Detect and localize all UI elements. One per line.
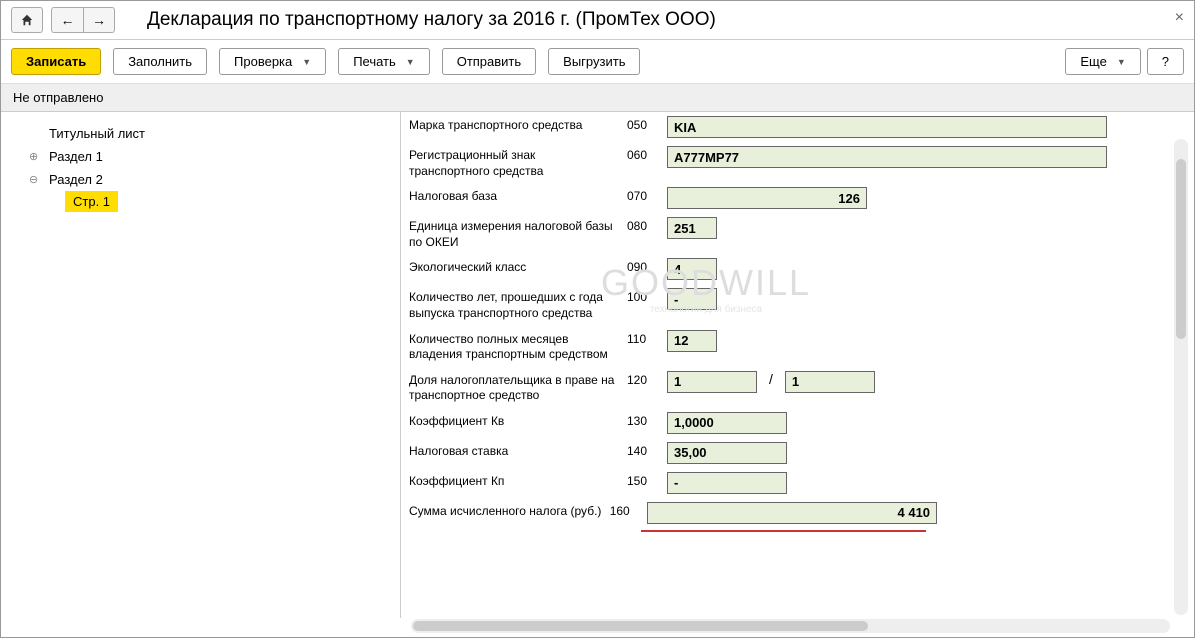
more-button[interactable]: Еще ▼	[1065, 48, 1140, 75]
window-title: Декларация по транспортному налогу за 20…	[147, 9, 716, 31]
code-140: 140	[627, 442, 659, 458]
input-130[interactable]	[667, 412, 787, 434]
row-090: Экологический класс 090	[409, 258, 1178, 280]
code-130: 130	[627, 412, 659, 428]
arrow-right-icon: →	[92, 12, 106, 28]
fill-button[interactable]: Заполнить	[113, 48, 207, 75]
back-button[interactable]: ←	[51, 7, 83, 33]
highlight-underline	[641, 530, 926, 532]
row-130: Коэффициент Кв 130	[409, 412, 1178, 434]
more-label: Еще	[1080, 54, 1106, 69]
input-090[interactable]	[667, 258, 717, 280]
print-label: Печать	[353, 54, 396, 69]
vscroll-thumb[interactable]	[1176, 159, 1186, 339]
row-140: Налоговая ставка 140	[409, 442, 1178, 464]
check-label: Проверка	[234, 54, 292, 69]
caret-down-icon: ▼	[302, 57, 311, 67]
label-160: Сумма исчисленного налога (руб.)	[409, 502, 602, 520]
code-150: 150	[627, 472, 659, 488]
fraction-slash: /	[765, 371, 777, 387]
code-120: 120	[627, 371, 659, 387]
row-050: Марка транспортного средства 050	[409, 116, 1178, 138]
tree-title-page[interactable]: Титульный лист	[9, 122, 392, 145]
label-080: Единица измерения налоговой базы по ОКЕИ	[409, 217, 619, 250]
input-110[interactable]	[667, 330, 717, 352]
input-150[interactable]	[667, 472, 787, 494]
forward-button[interactable]: →	[83, 7, 115, 33]
label-150: Коэффициент Кп	[409, 472, 619, 490]
input-060[interactable]	[667, 146, 1107, 168]
close-button[interactable]: ×	[1175, 9, 1184, 27]
label-130: Коэффициент Кв	[409, 412, 619, 430]
title-bar: ← → Декларация по транспортному налогу з…	[1, 1, 1194, 40]
tree-page-1[interactable]: Стр. 1	[65, 191, 118, 212]
help-button[interactable]: ?	[1147, 48, 1184, 75]
home-button[interactable]	[11, 7, 43, 33]
save-button[interactable]: Записать	[11, 48, 101, 75]
row-100: Количество лет, прошедших с года выпуска…	[409, 288, 1178, 321]
input-160[interactable]	[647, 502, 937, 524]
send-button[interactable]: Отправить	[442, 48, 536, 75]
code-090: 090	[627, 258, 659, 274]
caret-down-icon: ▼	[406, 57, 415, 67]
print-button[interactable]: Печать ▼	[338, 48, 430, 75]
label-070: Налоговая база	[409, 187, 619, 205]
label-140: Налоговая ставка	[409, 442, 619, 460]
input-120-num[interactable]	[667, 371, 757, 393]
label-060: Регистрационный знак транспортного средс…	[409, 146, 619, 179]
row-060: Регистрационный знак транспортного средс…	[409, 146, 1178, 179]
label-090: Экологический класс	[409, 258, 619, 276]
row-110: Количество полных месяцев владения транс…	[409, 330, 1178, 363]
code-100: 100	[627, 288, 659, 304]
row-070: Налоговая база 070	[409, 187, 1178, 209]
input-100[interactable]	[667, 288, 717, 310]
tree-section-2[interactable]: Раздел 2	[9, 168, 392, 191]
hscroll-thumb[interactable]	[413, 621, 868, 631]
export-button[interactable]: Выгрузить	[548, 48, 640, 75]
code-070: 070	[627, 187, 659, 203]
code-080: 080	[627, 217, 659, 233]
arrow-left-icon: ←	[61, 12, 75, 28]
form-panel: GOODWILL технологии для бизнеса Марка тр…	[401, 112, 1194, 618]
input-120-den[interactable]	[785, 371, 875, 393]
input-050[interactable]	[667, 116, 1107, 138]
caret-down-icon: ▼	[1117, 57, 1126, 67]
code-160: 160	[610, 502, 639, 518]
row-120: Доля налогоплательщика в праве на трансп…	[409, 371, 1178, 404]
code-050: 050	[627, 116, 659, 132]
home-icon	[20, 13, 34, 27]
label-100: Количество лет, прошедших с года выпуска…	[409, 288, 619, 321]
row-150: Коэффициент Кп 150	[409, 472, 1178, 494]
code-060: 060	[627, 146, 659, 162]
input-140[interactable]	[667, 442, 787, 464]
content-area: Титульный лист Раздел 1 Раздел 2 Стр. 1 …	[1, 112, 1194, 618]
tree-section-1[interactable]: Раздел 1	[9, 145, 392, 168]
input-070[interactable]	[667, 187, 867, 209]
row-160: Сумма исчисленного налога (руб.) 160	[409, 502, 1178, 539]
vertical-scrollbar[interactable]	[1174, 139, 1188, 615]
code-110: 110	[627, 330, 659, 346]
check-button[interactable]: Проверка ▼	[219, 48, 326, 75]
status-bar: Не отправлено	[1, 84, 1194, 112]
label-110: Количество полных месяцев владения транс…	[409, 330, 619, 363]
input-080[interactable]	[667, 217, 717, 239]
toolbar: Записать Заполнить Проверка ▼ Печать ▼ Отп…	[1, 40, 1194, 84]
row-080: Единица измерения налоговой базы по ОКЕИ…	[409, 217, 1178, 250]
horizontal-scrollbar[interactable]	[411, 619, 1170, 633]
app-window: ← → Декларация по транспортному налогу з…	[0, 0, 1195, 638]
label-050: Марка транспортного средства	[409, 116, 619, 134]
nav-buttons: ← →	[11, 7, 115, 33]
navigation-tree: Титульный лист Раздел 1 Раздел 2 Стр. 1	[1, 112, 401, 618]
label-120: Доля налогоплательщика в праве на трансп…	[409, 371, 619, 404]
